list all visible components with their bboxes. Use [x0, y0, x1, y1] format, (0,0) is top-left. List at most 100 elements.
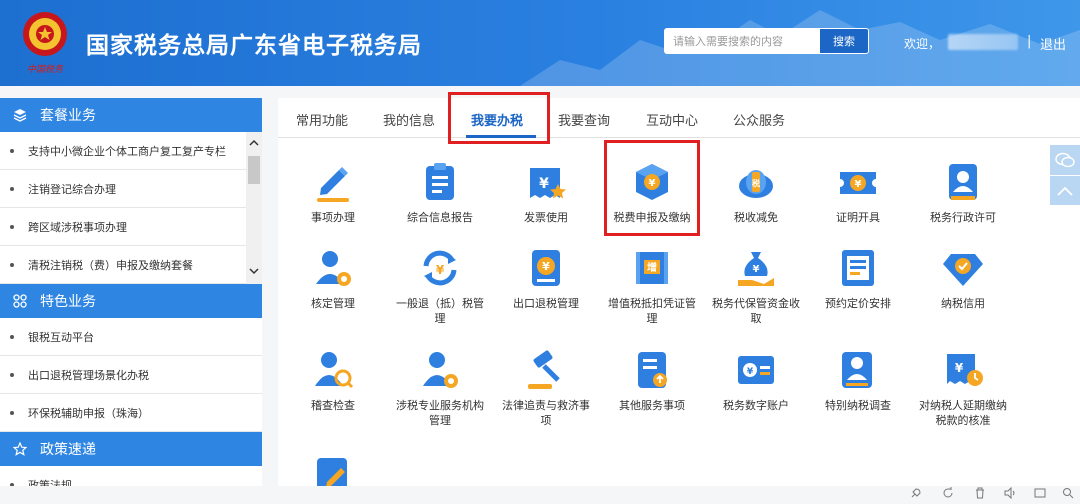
service-item-custody-funds[interactable]: ¥ 税务代保管资金收取	[708, 246, 804, 326]
service-item-invoice[interactable]: ¥ 发票使用	[498, 160, 594, 225]
service-item-label: 税务数字账户	[723, 399, 789, 412]
service-item-label: 涉税专业服务机构管理	[396, 399, 484, 427]
service-item-agency[interactable]: 涉税专业服务机构管理	[392, 348, 488, 428]
credit-diamond-icon	[943, 254, 983, 286]
sidebar-section-policy[interactable]: 政策速递	[0, 432, 262, 466]
service-item-deferral[interactable]: ¥ 对纳税人延期缴纳税款的核准	[915, 348, 1011, 428]
refund-icon: ¥	[423, 250, 457, 286]
sidebar-item[interactable]: 银税互动平台	[0, 318, 262, 356]
site-title: 国家税务总局广东省电子税务局	[86, 33, 422, 59]
deferral-icon: ¥	[947, 354, 983, 386]
service-item-special-investigation[interactable]: 特别纳税调查	[810, 348, 906, 413]
service-item-label: 稽查检查	[311, 399, 355, 412]
svg-text:税: 税	[752, 178, 760, 188]
service-item-label: 其他服务事项	[619, 399, 685, 412]
service-item-label: 预约定价安排	[825, 297, 891, 310]
sidebar-scrollbar[interactable]	[246, 132, 262, 284]
chevron-down-icon[interactable]	[249, 266, 259, 276]
bullet-dot	[10, 186, 14, 191]
grid-icon	[12, 293, 28, 309]
service-item-info-report[interactable]: 综合信息报告	[392, 160, 488, 225]
svg-text:¥: ¥	[542, 260, 550, 273]
sidebar-section-featured[interactable]: 特色业务	[0, 284, 262, 318]
sidebar-section-package[interactable]: 套餐业务	[0, 98, 262, 132]
sidebar-item[interactable]: 出口退税管理场景化办税	[0, 356, 262, 394]
back-to-top-button[interactable]	[1050, 175, 1080, 205]
chat-button[interactable]	[1050, 145, 1080, 175]
service-item-label: 增值税抵扣凭证管理	[608, 297, 696, 325]
service-item-vat-voucher[interactable]: 增 增值税抵扣凭证管理	[604, 246, 700, 326]
trash-icon[interactable]	[974, 487, 986, 499]
sidebar-section-title: 政策速递	[40, 442, 96, 458]
inspector-icon	[315, 352, 354, 389]
rocket-icon[interactable]	[910, 487, 922, 499]
bottom-toolbar	[0, 486, 1080, 500]
service-item-label: 法律追责与救济事项	[502, 399, 590, 427]
search-box: 搜索	[664, 28, 869, 54]
svg-text:增: 增	[647, 261, 657, 274]
sidebar-section-title: 套餐业务	[40, 108, 96, 124]
welcome-text: 欢迎，	[904, 37, 941, 51]
svg-text:¥: ¥	[747, 367, 754, 377]
service-item-digital-account[interactable]: ¥ 税务数字账户	[708, 348, 804, 413]
user-gear-icon	[316, 251, 351, 286]
tab-my-info[interactable]: 我的信息	[383, 110, 435, 129]
svg-text:¥: ¥	[855, 179, 862, 190]
service-item-inspection[interactable]: 稽查检查	[285, 348, 381, 413]
tab-common[interactable]: 常用功能	[296, 110, 348, 129]
clipboard-icon	[426, 163, 454, 200]
service-item-legal[interactable]: 法律追责与救济事项	[498, 348, 594, 428]
star-icon	[12, 441, 28, 457]
window-icon[interactable]	[1034, 487, 1046, 499]
service-item-certificate[interactable]: ¥ 证明开具	[810, 160, 906, 225]
search-icon[interactable]	[1062, 487, 1074, 499]
chevron-up-icon[interactable]	[249, 138, 259, 148]
service-item-other[interactable]: 其他服务事项	[604, 348, 700, 413]
license-icon	[949, 164, 977, 200]
service-item-label: 一般退（抵）税管理	[396, 297, 484, 325]
search-button[interactable]: 搜索	[820, 29, 868, 53]
service-item-matters[interactable]: 事项办理	[285, 160, 381, 225]
speaker-icon[interactable]	[1004, 487, 1016, 499]
sidebar-item-label: 出口退税管理场景化办税	[28, 368, 149, 382]
svg-text:¥: ¥	[539, 176, 549, 192]
tab-query[interactable]: 我要查询	[558, 110, 610, 129]
sidebar-item-label: 环保税辅助申报（珠海）	[28, 406, 149, 420]
sidebar-item-label: 跨区域涉税事项办理	[28, 220, 127, 234]
username-redacted	[948, 34, 1018, 50]
sidebar-item[interactable]: 跨区域涉税事项办理	[0, 208, 262, 246]
service-item-credit[interactable]: 纳税信用	[915, 246, 1011, 311]
sidebar-item[interactable]: 支持中小微企业个体工商户复工复产专栏	[0, 132, 262, 170]
pen-icon	[317, 167, 349, 202]
service-item-assessment[interactable]: 核定管理	[285, 246, 381, 311]
service-item-license[interactable]: 税务行政许可	[915, 160, 1011, 225]
service-item-pricing[interactable]: 预约定价安排	[810, 246, 906, 311]
service-item-label: 税务代保管资金收取	[712, 297, 800, 325]
logout-link[interactable]: 退出	[1040, 34, 1066, 53]
service-item-label: 税费申报及缴纳	[613, 211, 691, 224]
service-item-tax-relief[interactable]: 税 税收减免	[708, 160, 804, 225]
sidebar-item-label: 清税注销税（费）申报及缴纳套餐	[28, 258, 193, 272]
chat-icon	[1055, 152, 1075, 168]
document-list-icon	[842, 250, 874, 286]
service-item-export-refund[interactable]: ¥ 出口退税管理	[498, 246, 594, 311]
gavel-icon	[528, 350, 560, 389]
sidebar-item[interactable]: 清税注销税（费）申报及缴纳套餐	[0, 246, 262, 284]
service-item-label: 核定管理	[311, 297, 355, 310]
service-item-refund[interactable]: ¥ 一般退（抵）税管理	[392, 246, 488, 326]
service-item-label: 税收减免	[734, 211, 778, 224]
refresh-icon[interactable]	[942, 487, 954, 499]
sidebar-item[interactable]: 注销登记综合办理	[0, 170, 262, 208]
money-bag-icon: ¥	[738, 252, 774, 286]
tab-interaction[interactable]: 互动中心	[646, 110, 698, 129]
service-item-tax-declare[interactable]: ¥ 税费申报及缴纳	[604, 160, 700, 225]
scrollbar-thumb[interactable]	[248, 156, 260, 184]
service-item-label: 纳税信用	[941, 297, 985, 310]
sidebar-item[interactable]: 环保税辅助申报（珠海）	[0, 394, 262, 432]
tab-public-service[interactable]: 公众服务	[733, 110, 785, 129]
tab-bar: 常用功能 我的信息 我要办税 我要查询 互动中心 公众服务	[278, 98, 1080, 138]
svg-text:¥: ¥	[955, 361, 964, 375]
bullet-dot	[10, 372, 14, 377]
digital-account-icon: ¥	[738, 356, 774, 384]
search-input[interactable]	[665, 29, 821, 53]
